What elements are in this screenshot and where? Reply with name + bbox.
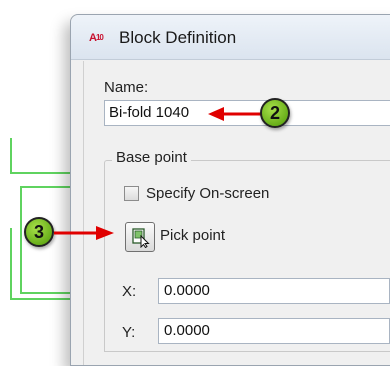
- drawing-line: [20, 186, 22, 294]
- callout-3-arrow: [54, 226, 114, 240]
- y-coordinate-input[interactable]: 0.0000: [158, 318, 390, 344]
- callout-3-badge: 3: [24, 217, 54, 247]
- drawing-line: [10, 298, 70, 300]
- callout-2-badge: 2: [260, 98, 290, 128]
- pick-point-button[interactable]: [125, 222, 155, 252]
- name-label: Name:: [104, 79, 149, 96]
- specify-onscreen-checkbox[interactable]: [124, 186, 139, 201]
- pick-point-label: Pick point: [160, 227, 226, 244]
- x-coordinate-input[interactable]: 0.0000: [158, 278, 390, 304]
- drawing-line: [20, 292, 70, 294]
- callout-2-arrow: [208, 107, 262, 121]
- pick-point-icon: [132, 228, 150, 248]
- autocad-app-icon: A10: [89, 32, 104, 44]
- dialog-title: Block Definition: [119, 28, 237, 47]
- y-coordinate-label: Y:: [122, 324, 136, 341]
- drawing-line: [20, 186, 70, 188]
- specify-onscreen-label[interactable]: Specify On-screen: [146, 185, 269, 202]
- x-coordinate-label: X:: [122, 283, 137, 300]
- drawing-line: [10, 228, 12, 300]
- drawing-line: [10, 138, 12, 174]
- title-bar[interactable]: A10 Block Definition: [71, 15, 390, 60]
- drawing-line: [10, 172, 70, 174]
- base-point-group-title: Base point: [112, 149, 191, 166]
